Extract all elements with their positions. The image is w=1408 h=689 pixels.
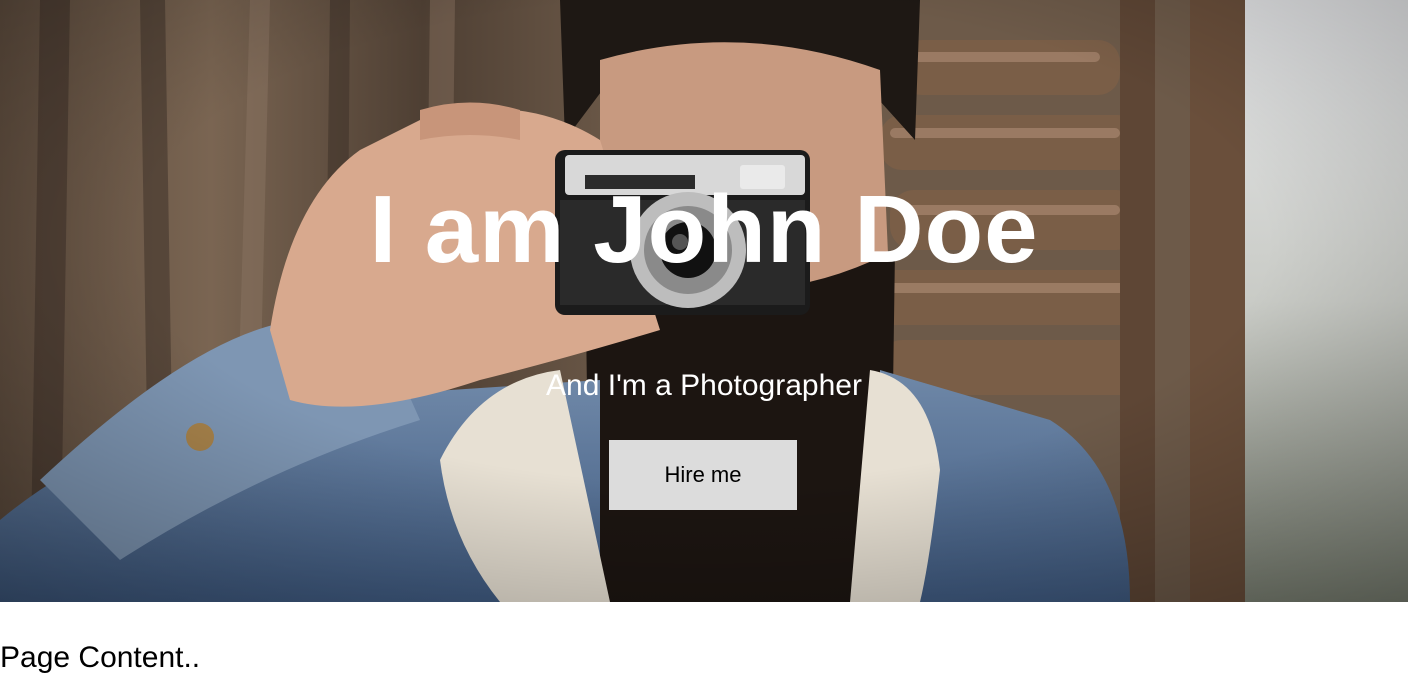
page-content-text: Page Content.. bbox=[0, 641, 201, 674]
hero-title: I am John Doe bbox=[369, 176, 1039, 283]
hero-section: I am John Doe And I'm a Photographer Hir… bbox=[0, 0, 1408, 602]
hero-subtitle: And I'm a Photographer bbox=[546, 369, 862, 402]
hero-text-block: I am John Doe And I'm a Photographer Hir… bbox=[0, 0, 1408, 602]
hire-me-button[interactable]: Hire me bbox=[609, 440, 797, 510]
